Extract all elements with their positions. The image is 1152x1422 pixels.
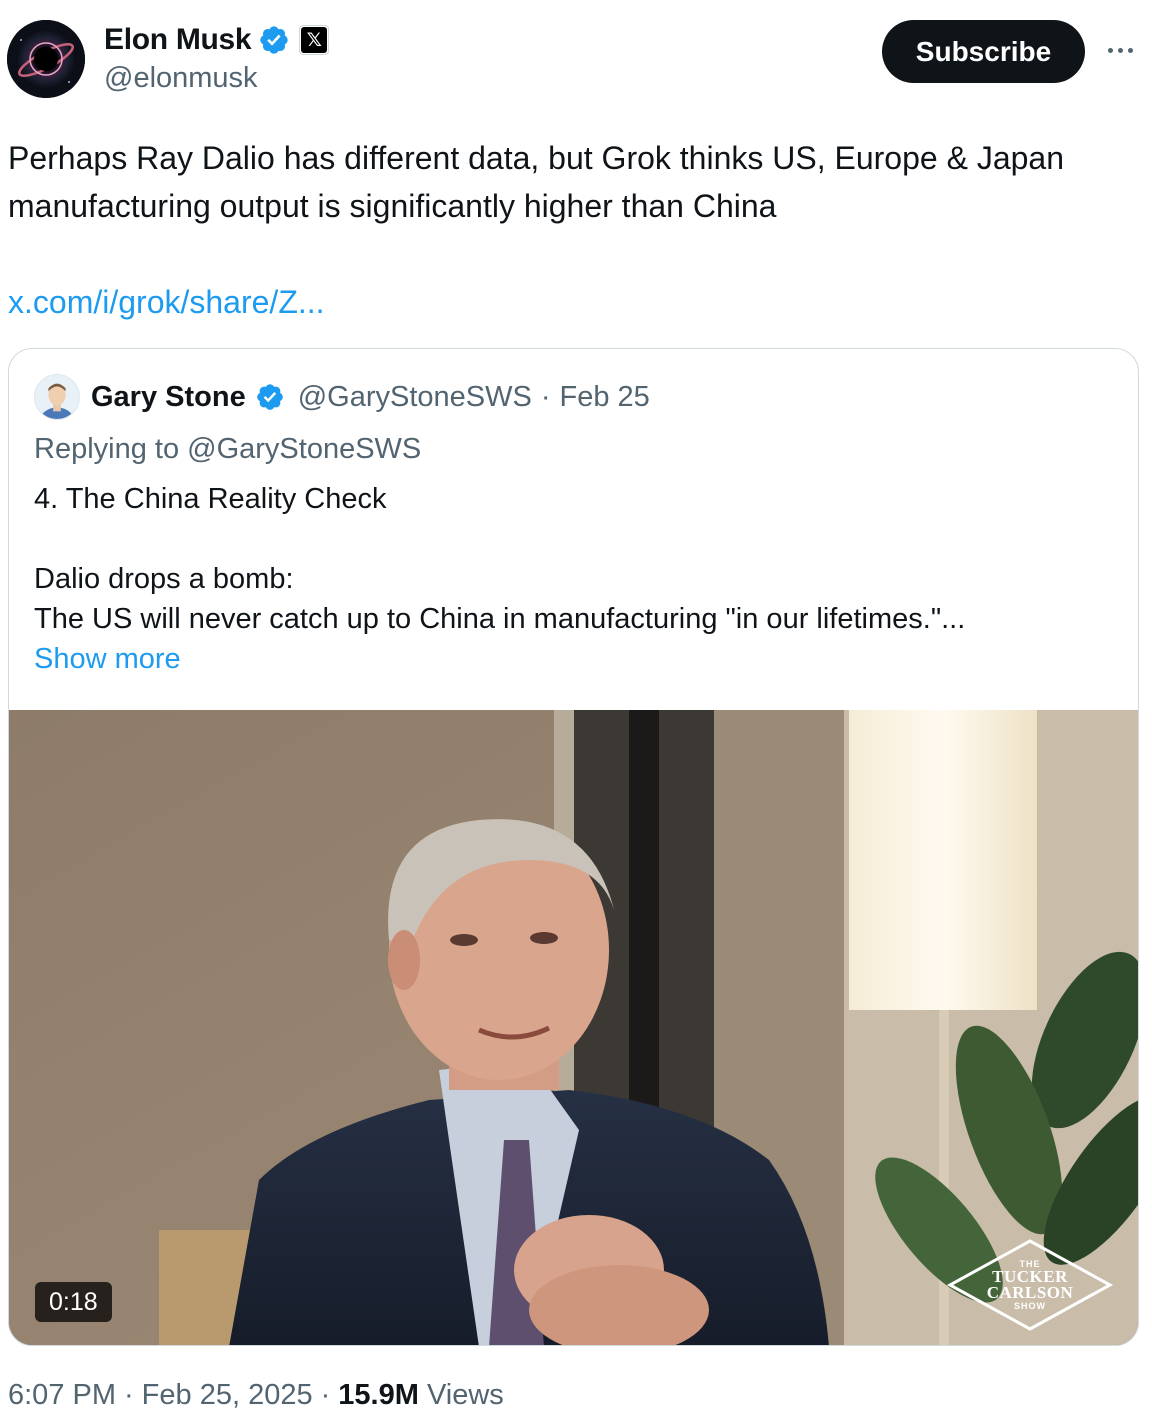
x-affiliate-icon[interactable]: 𝕏 — [299, 25, 330, 55]
separator-dot: · — [124, 1379, 134, 1411]
quoted-tweet-body: 4. The China Reality Check Dalio drops a… — [34, 479, 1114, 639]
author-name[interactable]: Elon Musk — [104, 23, 252, 57]
quoted-tweet-card[interactable]: Gary Stone @GaryStoneSWS · Feb 25 Replyi… — [8, 348, 1139, 1346]
black-hole-avatar-image — [7, 20, 85, 98]
author-handle[interactable]: @elonmusk — [104, 62, 258, 95]
quoted-body-line1: 4. The China Reality Check — [34, 483, 387, 515]
subscribe-button[interactable]: Subscribe — [882, 20, 1085, 83]
views-count[interactable]: 15.9M — [338, 1379, 419, 1411]
author-avatar[interactable] — [7, 20, 85, 98]
author-line: Elon Musk 𝕏 — [104, 20, 330, 60]
video-duration-badge: 0:18 — [35, 1282, 112, 1322]
quoted-author-handle[interactable]: @GaryStoneSWS — [298, 381, 532, 414]
tweet-text: Perhaps Ray Dalio has different data, bu… — [8, 140, 1064, 224]
replying-to: Replying to @GaryStoneSWS — [34, 433, 422, 465]
tucker-carlson-show-logo: THE TUCKER CARLSON SHOW — [946, 1237, 1114, 1333]
more-options-icon[interactable] — [1100, 35, 1140, 65]
quoted-body-line2: Dalio drops a bomb: The US will never ca… — [34, 563, 966, 635]
tweet-date[interactable]: Feb 25, 2025 — [142, 1379, 313, 1412]
quoted-verified-badge-icon — [255, 382, 285, 412]
quoted-author-avatar[interactable] — [34, 374, 80, 420]
verified-badge-icon[interactable] — [258, 24, 290, 56]
video-player[interactable]: 0:18 THE TUCKER CARLSON SHOW — [9, 710, 1138, 1345]
quoted-tweet-header: Gary Stone @GaryStoneSWS · Feb 25 — [34, 374, 650, 420]
quoted-tweet-date[interactable]: Feb 25 — [560, 381, 650, 414]
quoted-author-name[interactable]: Gary Stone — [91, 381, 246, 414]
separator-dot: · — [320, 1379, 331, 1411]
separator-dot: · — [540, 380, 551, 413]
views-label: Views — [426, 1379, 504, 1411]
tweet-time[interactable]: 6:07 PM — [8, 1379, 116, 1412]
tweet-link[interactable]: x.com/i/grok/share/Z... — [8, 278, 325, 326]
show-more-link[interactable]: Show more — [34, 639, 181, 679]
tweet-meta-footer: 6:07 PM · Feb 25, 2025 · 15.9M Views — [8, 1379, 504, 1412]
